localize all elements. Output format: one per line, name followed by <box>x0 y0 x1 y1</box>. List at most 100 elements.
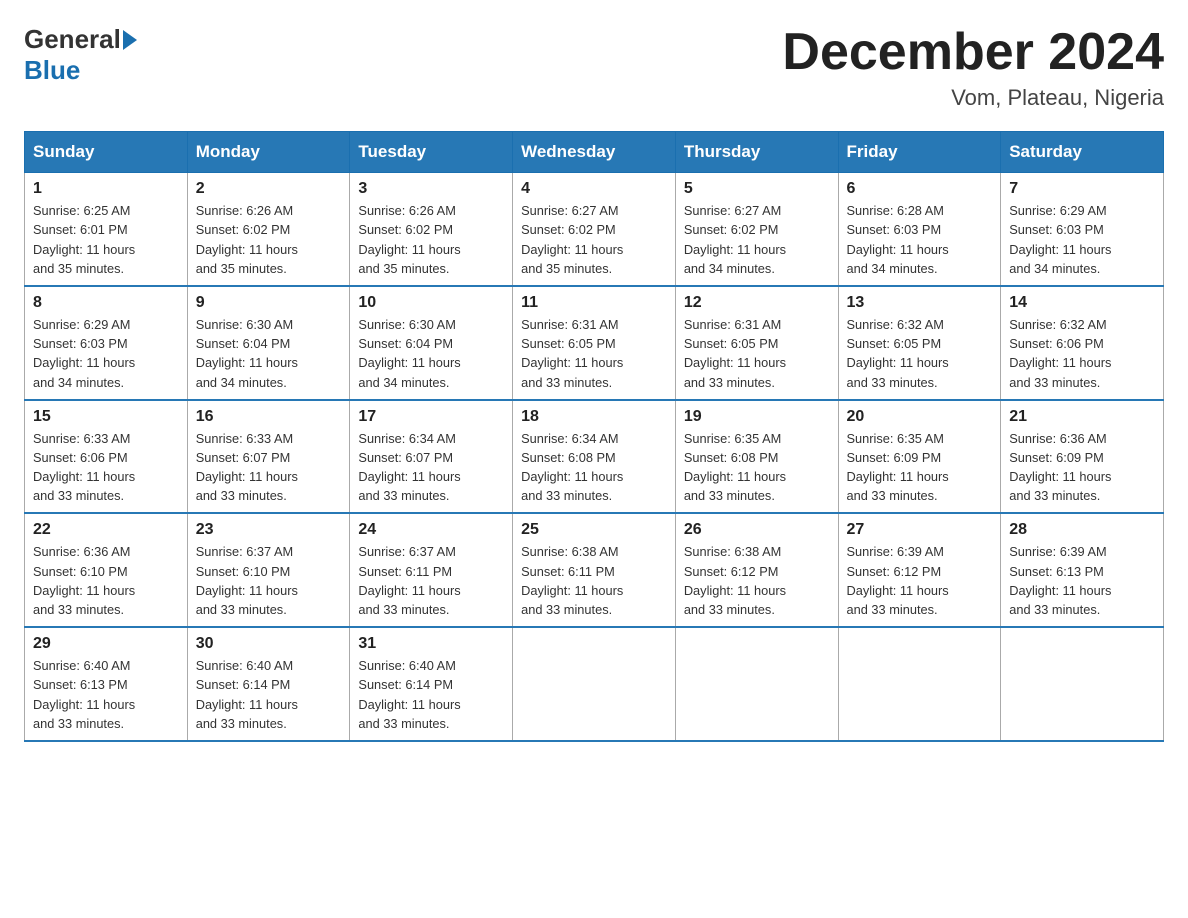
day-info: Sunrise: 6:29 AMSunset: 6:03 PMDaylight:… <box>33 315 179 392</box>
day-info: Sunrise: 6:34 AMSunset: 6:07 PMDaylight:… <box>358 429 504 506</box>
day-number: 5 <box>684 180 830 198</box>
day-number: 29 <box>33 635 179 653</box>
day-number: 4 <box>521 180 667 198</box>
day-number: 20 <box>847 408 993 426</box>
table-row: 11 Sunrise: 6:31 AMSunset: 6:05 PMDayligh… <box>513 286 676 400</box>
calendar-week-row: 15Sunrise: 6:33 AMSunset: 6:06 PMDayligh… <box>25 400 1164 514</box>
day-number: 10 <box>358 294 504 312</box>
table-row: 10Sunrise: 6:30 AMSunset: 6:04 PMDayligh… <box>350 286 513 400</box>
day-info: Sunrise: 6:36 AMSunset: 6:09 PMDaylight:… <box>1009 429 1155 506</box>
month-year-title: December 2024 <box>782 24 1164 81</box>
day-info: Sunrise: 6:33 AMSunset: 6:07 PMDaylight:… <box>196 429 342 506</box>
page-header: General Blue December 2024 Vom, Plateau,… <box>24 24 1164 111</box>
day-number: 19 <box>684 408 830 426</box>
col-friday: Friday <box>838 132 1001 173</box>
day-number: 12 <box>684 294 830 312</box>
table-row: 29 Sunrise: 6:40 AMSunset: 6:13 PMDayligh… <box>25 627 188 741</box>
table-row: 4 Sunrise: 6:27 AMSunset: 6:02 PMDaylight… <box>513 173 676 286</box>
col-sunday: Sunday <box>25 132 188 173</box>
day-number: 14 <box>1009 294 1155 312</box>
day-number: 13 <box>847 294 993 312</box>
table-row: 17 Sunrise: 6:34 AMSunset: 6:07 PMDayligh… <box>350 400 513 514</box>
logo-general-text: General <box>24 24 121 55</box>
day-info: Sunrise: 6:34 AMSunset: 6:08 PMDaylight:… <box>521 429 667 506</box>
day-number: 9 <box>196 294 342 312</box>
logo-blue-text: Blue <box>24 55 80 86</box>
calendar-week-row: 8 Sunrise: 6:29 AMSunset: 6:03 PMDaylight… <box>25 286 1164 400</box>
day-info: Sunrise: 6:36 AMSunset: 6:10 PMDaylight:… <box>33 542 179 619</box>
day-info: Sunrise: 6:28 AMSunset: 6:03 PMDaylight:… <box>847 201 993 278</box>
table-row: 23 Sunrise: 6:37 AMSunset: 6:10 PMDayligh… <box>187 513 350 627</box>
day-info: Sunrise: 6:29 AMSunset: 6:03 PMDaylight:… <box>1009 201 1155 278</box>
day-info: Sunrise: 6:33 AMSunset: 6:06 PMDaylight:… <box>33 429 179 506</box>
table-row: 15Sunrise: 6:33 AMSunset: 6:06 PMDayligh… <box>25 400 188 514</box>
day-number: 21 <box>1009 408 1155 426</box>
day-info: Sunrise: 6:25 AMSunset: 6:01 PMDaylight:… <box>33 201 179 278</box>
location-subtitle: Vom, Plateau, Nigeria <box>782 85 1164 111</box>
table-row: 18Sunrise: 6:34 AMSunset: 6:08 PMDayligh… <box>513 400 676 514</box>
table-row: 30Sunrise: 6:40 AMSunset: 6:14 PMDayligh… <box>187 627 350 741</box>
table-row: 6Sunrise: 6:28 AMSunset: 6:03 PMDaylight… <box>838 173 1001 286</box>
day-number: 11 <box>521 294 667 312</box>
day-info: Sunrise: 6:39 AMSunset: 6:13 PMDaylight:… <box>1009 542 1155 619</box>
day-number: 3 <box>358 180 504 198</box>
table-row: 21 Sunrise: 6:36 AMSunset: 6:09 PMDayligh… <box>1001 400 1164 514</box>
day-info: Sunrise: 6:37 AMSunset: 6:10 PMDaylight:… <box>196 542 342 619</box>
day-number: 22 <box>33 521 179 539</box>
day-info: Sunrise: 6:27 AMSunset: 6:02 PMDaylight:… <box>521 201 667 278</box>
calendar-table: Sunday Monday Tuesday Wednesday Thursday… <box>24 131 1164 742</box>
table-row: 24 Sunrise: 6:37 AMSunset: 6:11 PMDayligh… <box>350 513 513 627</box>
table-row: 13 Sunrise: 6:32 AMSunset: 6:05 PMDayligh… <box>838 286 1001 400</box>
col-monday: Monday <box>187 132 350 173</box>
day-info: Sunrise: 6:31 AMSunset: 6:05 PMDaylight:… <box>521 315 667 392</box>
table-row <box>838 627 1001 741</box>
day-number: 23 <box>196 521 342 539</box>
day-info: Sunrise: 6:40 AMSunset: 6:14 PMDaylight:… <box>358 656 504 733</box>
day-info: Sunrise: 6:32 AMSunset: 6:05 PMDaylight:… <box>847 315 993 392</box>
day-info: Sunrise: 6:32 AMSunset: 6:06 PMDaylight:… <box>1009 315 1155 392</box>
day-number: 16 <box>196 408 342 426</box>
day-number: 25 <box>521 521 667 539</box>
table-row: 20 Sunrise: 6:35 AMSunset: 6:09 PMDayligh… <box>838 400 1001 514</box>
day-number: 8 <box>33 294 179 312</box>
title-block: December 2024 Vom, Plateau, Nigeria <box>782 24 1164 111</box>
day-number: 24 <box>358 521 504 539</box>
day-info: Sunrise: 6:31 AMSunset: 6:05 PMDaylight:… <box>684 315 830 392</box>
day-number: 28 <box>1009 521 1155 539</box>
calendar-week-row: 22 Sunrise: 6:36 AMSunset: 6:10 PMDayligh… <box>25 513 1164 627</box>
day-number: 17 <box>358 408 504 426</box>
col-thursday: Thursday <box>675 132 838 173</box>
day-info: Sunrise: 6:37 AMSunset: 6:11 PMDaylight:… <box>358 542 504 619</box>
day-info: Sunrise: 6:35 AMSunset: 6:09 PMDaylight:… <box>847 429 993 506</box>
day-info: Sunrise: 6:26 AMSunset: 6:02 PMDaylight:… <box>358 201 504 278</box>
table-row: 3 Sunrise: 6:26 AMSunset: 6:02 PMDaylight… <box>350 173 513 286</box>
col-tuesday: Tuesday <box>350 132 513 173</box>
col-saturday: Saturday <box>1001 132 1164 173</box>
col-wednesday: Wednesday <box>513 132 676 173</box>
day-number: 31 <box>358 635 504 653</box>
logo-arrow-icon <box>123 30 137 50</box>
calendar-week-row: 29 Sunrise: 6:40 AMSunset: 6:13 PMDayligh… <box>25 627 1164 741</box>
table-row <box>1001 627 1164 741</box>
table-row: 22 Sunrise: 6:36 AMSunset: 6:10 PMDayligh… <box>25 513 188 627</box>
day-info: Sunrise: 6:30 AMSunset: 6:04 PMDaylight:… <box>196 315 342 392</box>
table-row: 27Sunrise: 6:39 AMSunset: 6:12 PMDayligh… <box>838 513 1001 627</box>
table-row <box>675 627 838 741</box>
day-number: 1 <box>33 180 179 198</box>
day-number: 7 <box>1009 180 1155 198</box>
day-info: Sunrise: 6:40 AMSunset: 6:14 PMDaylight:… <box>196 656 342 733</box>
day-info: Sunrise: 6:38 AMSunset: 6:12 PMDaylight:… <box>684 542 830 619</box>
table-row: 14 Sunrise: 6:32 AMSunset: 6:06 PMDayligh… <box>1001 286 1164 400</box>
table-row: 19 Sunrise: 6:35 AMSunset: 6:08 PMDayligh… <box>675 400 838 514</box>
table-row: 8 Sunrise: 6:29 AMSunset: 6:03 PMDaylight… <box>25 286 188 400</box>
table-row: 26Sunrise: 6:38 AMSunset: 6:12 PMDayligh… <box>675 513 838 627</box>
day-info: Sunrise: 6:35 AMSunset: 6:08 PMDaylight:… <box>684 429 830 506</box>
table-row: 12 Sunrise: 6:31 AMSunset: 6:05 PMDayligh… <box>675 286 838 400</box>
day-info: Sunrise: 6:40 AMSunset: 6:13 PMDaylight:… <box>33 656 179 733</box>
table-row: 9 Sunrise: 6:30 AMSunset: 6:04 PMDaylight… <box>187 286 350 400</box>
table-row: 2Sunrise: 6:26 AMSunset: 6:02 PMDaylight… <box>187 173 350 286</box>
table-row: 28 Sunrise: 6:39 AMSunset: 6:13 PMDayligh… <box>1001 513 1164 627</box>
day-number: 2 <box>196 180 342 198</box>
table-row: 31 Sunrise: 6:40 AMSunset: 6:14 PMDayligh… <box>350 627 513 741</box>
table-row: 7 Sunrise: 6:29 AMSunset: 6:03 PMDaylight… <box>1001 173 1164 286</box>
